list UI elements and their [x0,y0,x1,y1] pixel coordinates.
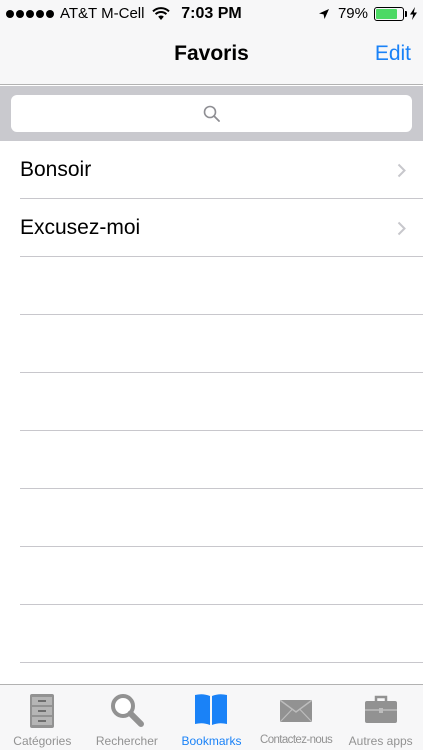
tab-label: Autres apps [348,734,413,748]
edit-button[interactable]: Edit [375,42,411,66]
filing-cabinet-icon [30,694,55,728]
empty-row [20,489,423,547]
list-item-bonsoir[interactable]: Bonsoir [20,141,423,199]
empty-row [20,315,423,373]
magnifier-icon [110,694,144,727]
tab-label: Rechercher [95,734,158,748]
tab-label: Bookmarks [181,734,242,748]
empty-row [20,547,423,605]
briefcase-icon [364,695,397,723]
list-item-excusez-moi[interactable]: Excusez-moi [20,199,423,257]
book-icon [195,694,228,725]
tab-contactez-nous[interactable]: Contactez-nous [254,685,339,750]
tab-rechercher[interactable]: Rechercher [85,685,170,750]
chevron-right-icon [397,221,406,236]
page-title: Favoris [174,42,249,65]
location-arrow-icon [318,8,329,19]
chevron-right-icon [397,163,406,178]
search-bar [0,86,423,141]
screen: AT&T M-Cell 7:03 PM 79% Favoris Edit Bon… [0,0,423,750]
battery-tip [405,10,407,17]
list-item-label: Excusez-moi [20,216,141,239]
charging-bolt-icon [410,7,417,20]
empty-row [20,373,423,431]
search-icon [203,105,220,122]
list-item-label: Bonsoir [20,158,92,181]
battery-percentage: 79% [337,5,368,22]
battery-level [376,8,397,19]
favorites-list: Bonsoir Excusez-moi [0,141,423,721]
tab-label: Catégories [13,734,72,748]
empty-row [20,431,423,489]
navigation-bar: AT&T M-Cell 7:03 PM 79% Favoris Edit [0,0,423,85]
tab-autres-apps[interactable]: Autres apps [338,685,423,750]
envelope-icon [280,699,313,722]
tab-bookmarks[interactable]: Bookmarks [169,685,254,750]
tab-bar: Catégories Rechercher Bookmarks Contacte… [0,684,423,750]
empty-row [20,257,423,315]
status-right: 79% [318,5,417,22]
tab-categories[interactable]: Catégories [0,685,85,750]
battery-icon [374,6,404,21]
status-bar: AT&T M-Cell 7:03 PM 79% [0,0,423,28]
tab-label: Contactez-nous [260,734,333,746]
search-input[interactable] [11,95,412,132]
empty-row [20,605,423,663]
